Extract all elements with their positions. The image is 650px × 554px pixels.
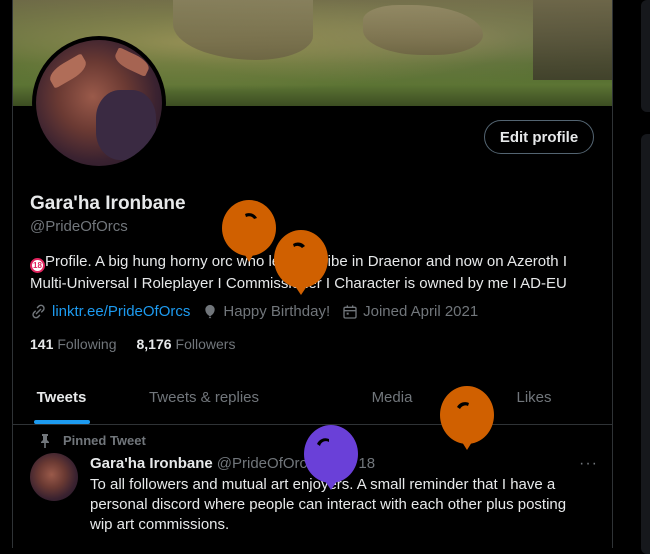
calendar-icon bbox=[343, 304, 357, 319]
joined-text: Joined April 2021 bbox=[363, 303, 479, 320]
birthday-text: Happy Birthday! bbox=[223, 303, 331, 320]
tweet-handle[interactable]: @PrideOfOrcs bbox=[217, 455, 315, 472]
balloon-decoration bbox=[222, 200, 276, 262]
avatar-image bbox=[36, 40, 162, 166]
profile-meta: linktr.ee/PrideOfOrcs Happy Birthday! Jo… bbox=[30, 303, 490, 320]
following-label[interactable]: Following bbox=[57, 336, 116, 352]
more-options-icon[interactable]: ··· bbox=[579, 455, 598, 473]
tab-tweets[interactable]: Tweets bbox=[13, 370, 110, 424]
link-icon bbox=[32, 304, 45, 319]
follow-stats: 141 Following 8,176 Followers bbox=[30, 336, 255, 352]
profile-column: Edit profile Gara'ha Ironbane @PrideOfOr… bbox=[12, 0, 613, 548]
balloon-decoration bbox=[440, 386, 494, 450]
banner-rock bbox=[533, 0, 612, 80]
left-gutter bbox=[0, 0, 12, 548]
balloon-icon bbox=[205, 304, 216, 319]
followers-count[interactable]: 8,176 bbox=[137, 336, 172, 352]
balloon-decoration bbox=[274, 230, 328, 295]
pinned-label: Pinned Tweet bbox=[63, 433, 146, 448]
pinned-indicator: Pinned Tweet bbox=[41, 433, 146, 448]
tab-likes[interactable]: Likes bbox=[486, 370, 582, 424]
profile-name: Gara'ha Ironbane bbox=[30, 193, 186, 214]
edit-profile-button[interactable]: Edit profile bbox=[484, 120, 594, 154]
profile-link-item[interactable]: linktr.ee/PrideOfOrcs bbox=[30, 303, 190, 320]
sidebar-card bbox=[641, 0, 650, 112]
profile-avatar[interactable] bbox=[32, 36, 166, 170]
tab-tweets-replies[interactable]: Tweets & replies bbox=[110, 370, 298, 424]
following-count[interactable]: 141 bbox=[30, 336, 53, 352]
joined-item: Joined April 2021 bbox=[342, 303, 478, 320]
banner-rock bbox=[363, 5, 483, 55]
right-sidebar bbox=[640, 0, 650, 554]
birthday-item: Happy Birthday! bbox=[202, 303, 330, 320]
pin-icon bbox=[41, 434, 49, 448]
profile-tabs: Tweets Tweets & replies Media Likes bbox=[13, 370, 612, 425]
profile-handle: @PrideOfOrcs bbox=[30, 218, 128, 235]
tweet-author[interactable]: Gara'ha Ironbane bbox=[90, 455, 213, 472]
profile-link[interactable]: linktr.ee/PrideOfOrcs bbox=[52, 303, 190, 320]
active-tab-indicator bbox=[33, 420, 90, 424]
balloon-decoration bbox=[304, 425, 358, 490]
sidebar-card bbox=[641, 134, 650, 554]
tweet-avatar[interactable] bbox=[30, 453, 78, 501]
banner-rock bbox=[173, 0, 313, 60]
followers-label[interactable]: Followers bbox=[176, 336, 236, 352]
age-18-badge-icon: 18 bbox=[30, 258, 45, 273]
